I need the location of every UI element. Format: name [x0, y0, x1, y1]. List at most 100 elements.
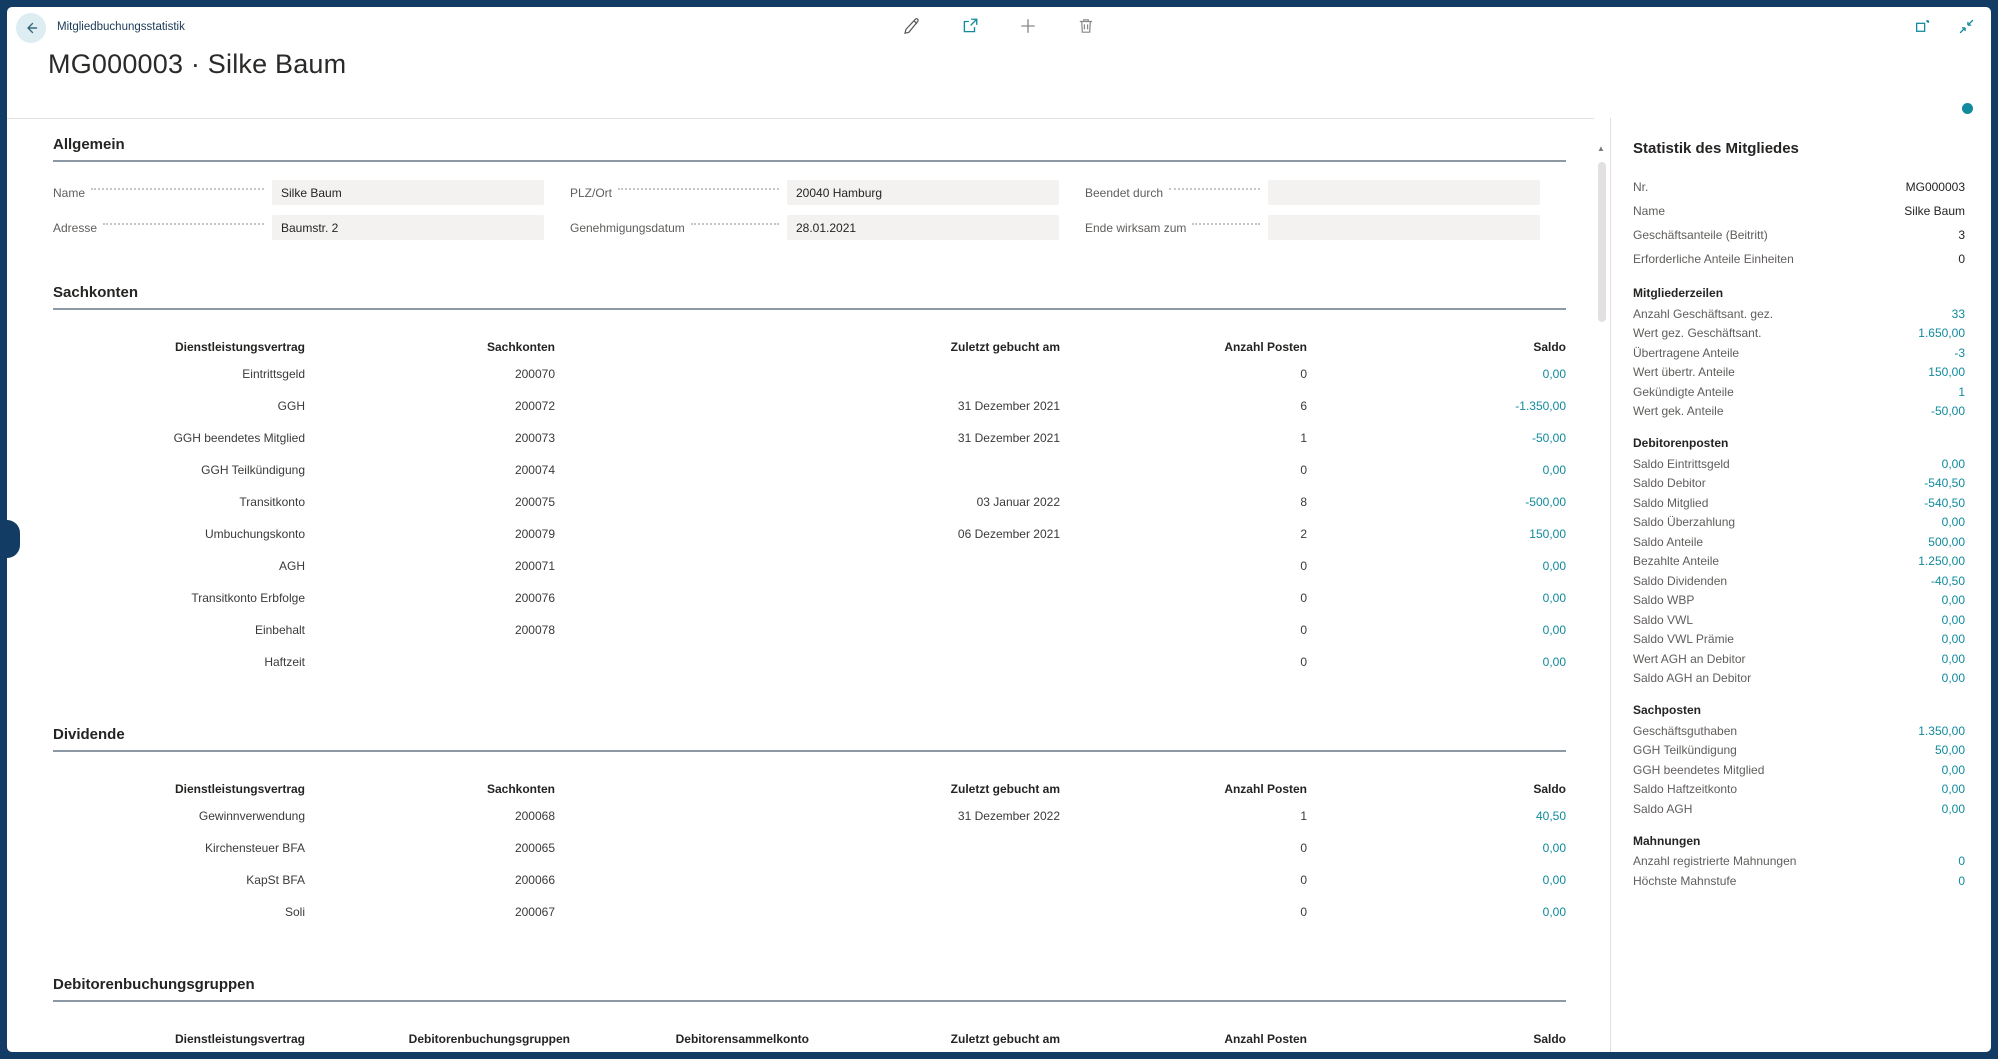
table-row: Haftzeit00,00: [53, 646, 1566, 678]
saldo-link[interactable]: 0,00: [1307, 591, 1566, 605]
factbox-value[interactable]: -50,00: [1931, 404, 1965, 418]
delete-button[interactable]: [1075, 15, 1097, 37]
saldo-link[interactable]: 0,00: [1307, 905, 1566, 919]
factbox-row: Wert gez. Geschäftsant. 1.650,00: [1633, 324, 1965, 344]
factbox-label: Geschäftsanteile (Beitritt): [1633, 228, 1768, 242]
column-header: Saldo: [1307, 1032, 1566, 1046]
factbox-value[interactable]: 50,00: [1935, 743, 1965, 757]
table-header-row: DienstleistungsvertragSachkontenZuletzt …: [53, 336, 1566, 358]
column-header: Sachkonten: [305, 782, 555, 796]
saldo-link[interactable]: 0,00: [1307, 559, 1566, 573]
factbox-value[interactable]: 0: [1958, 854, 1965, 868]
table-cell: 6: [1060, 399, 1307, 413]
factbox-value[interactable]: -3: [1954, 346, 1965, 360]
saldo-link[interactable]: 0,00: [1307, 655, 1566, 669]
factbox-value[interactable]: 0,00: [1942, 802, 1965, 816]
table-cell: 200079: [305, 527, 555, 541]
factbox-label: Saldo Dividenden: [1633, 574, 1727, 588]
saldo-link[interactable]: 0,00: [1307, 841, 1566, 855]
factbox-value[interactable]: 0: [1958, 874, 1965, 888]
table-cell: 200076: [305, 591, 555, 605]
section-allgemein: Allgemein NameSilke BaumPLZ/Ort20040 Ham…: [53, 136, 1566, 240]
factbox-row: Erforderliche Anteile Einheiten0: [1633, 247, 1965, 271]
saldo-link[interactable]: 0,00: [1307, 367, 1566, 381]
factbox-row: Wert gek. Anteile-50,00: [1633, 402, 1965, 422]
collapse-button[interactable]: [1955, 15, 1977, 37]
edit-button[interactable]: [901, 15, 923, 37]
section-dividende: Dividende DienstleistungsvertragSachkont…: [53, 726, 1566, 928]
status-indicator-dot[interactable]: [1962, 103, 1973, 114]
field-value[interactable]: [1268, 180, 1540, 205]
factbox-value[interactable]: 0,00: [1942, 763, 1965, 777]
table-row: Transitkonto Erbfolge20007600,00: [53, 582, 1566, 614]
table-cell: KapSt BFA: [53, 873, 305, 887]
form-field: Beendet durch: [1085, 180, 1566, 205]
saldo-link[interactable]: 0,00: [1307, 623, 1566, 637]
column-header: Dienstleistungsvertrag: [53, 782, 305, 796]
factbox-value[interactable]: 1: [1958, 385, 1965, 399]
factbox-label: GGH Teilkündigung: [1633, 743, 1737, 757]
saldo-link[interactable]: -50,00: [1307, 431, 1566, 445]
factbox-label: Saldo Mitglied: [1633, 496, 1708, 510]
column-header: Saldo: [1307, 782, 1566, 796]
field-value[interactable]: Silke Baum: [272, 180, 544, 205]
table-cell: 2: [1060, 527, 1307, 541]
scroll-up-icon[interactable]: ▲: [1597, 144, 1605, 153]
saldo-link[interactable]: -500,00: [1307, 495, 1566, 509]
window-controls: [1911, 15, 1977, 37]
table-cell: Haftzeit: [53, 655, 305, 669]
factbox-value[interactable]: 0,00: [1942, 613, 1965, 627]
field-value[interactable]: [1268, 215, 1540, 240]
vertical-scrollbar[interactable]: ▲: [1594, 118, 1610, 1052]
factbox-label: Wert gez. Geschäftsant.: [1633, 326, 1762, 340]
factbox-row: Wert übertr. Anteile150,00: [1633, 363, 1965, 383]
open-in-window-button[interactable]: [1911, 15, 1933, 37]
saldo-link[interactable]: 40,50: [1307, 809, 1566, 823]
table-cell: GGH beendetes Mitglied: [53, 431, 305, 445]
factbox-value[interactable]: 1.250,00: [1918, 554, 1965, 568]
scrollbar-thumb[interactable]: [1598, 162, 1606, 322]
field-value[interactable]: 20040 Hamburg: [787, 180, 1059, 205]
factbox-row: Bezahlte Anteile1.250,00: [1633, 552, 1965, 572]
table-cell: Soli: [53, 905, 305, 919]
form-field: Ende wirksam zum: [1085, 215, 1566, 240]
breadcrumb[interactable]: Mitgliedbuchungsstatistik: [57, 21, 185, 33]
factbox-value[interactable]: -40,50: [1931, 574, 1965, 588]
table-cell: GGH: [53, 399, 305, 413]
factbox-value[interactable]: 500,00: [1928, 535, 1965, 549]
factbox-value[interactable]: 0,00: [1942, 671, 1965, 685]
factbox-value[interactable]: 0,00: [1942, 515, 1965, 529]
factbox-value[interactable]: -540,50: [1924, 496, 1965, 510]
factbox-row: Wert AGH an Debitor0,00: [1633, 649, 1965, 669]
saldo-link[interactable]: -1.350,00: [1307, 399, 1566, 413]
back-button[interactable]: [16, 13, 46, 43]
factbox-value[interactable]: 150,00: [1928, 365, 1965, 379]
factbox-groups: MitgliederzeilenAnzahl Geschäftsant. gez…: [1633, 286, 1965, 891]
factbox-value[interactable]: 0,00: [1942, 782, 1965, 796]
factbox-value[interactable]: 1.350,00: [1918, 724, 1965, 738]
table-cell: 06 Dezember 2021: [555, 527, 1060, 541]
table-body: AllgemeinMITGLIEDER20006013 Januar 20221…: [53, 1050, 1566, 1052]
factbox-value[interactable]: 0,00: [1942, 457, 1965, 471]
section-title: Sachkonten: [53, 284, 1566, 301]
saldo-link[interactable]: 0,00: [1307, 873, 1566, 887]
factbox-value[interactable]: 0,00: [1942, 632, 1965, 646]
factbox-value[interactable]: 1.650,00: [1918, 326, 1965, 340]
field-value[interactable]: 28.01.2021: [787, 215, 1059, 240]
field-value[interactable]: Baumstr. 2: [272, 215, 544, 240]
factbox-row: Höchste Mahnstufe0: [1633, 871, 1965, 891]
table-row: KapSt BFA20006600,00: [53, 864, 1566, 896]
saldo-link[interactable]: 0,00: [1307, 463, 1566, 477]
factbox-label: Saldo Überzahlung: [1633, 515, 1735, 529]
factbox-label: Nr.: [1633, 180, 1648, 194]
factbox-value[interactable]: -540,50: [1924, 476, 1965, 490]
column-header: Debitorensammelkonto: [570, 1032, 809, 1046]
add-button[interactable]: [1017, 15, 1039, 37]
table-cell: 0: [1060, 841, 1307, 855]
factbox-value[interactable]: 33: [1952, 307, 1965, 321]
factbox-value[interactable]: 0,00: [1942, 652, 1965, 666]
factbox-value[interactable]: 0,00: [1942, 593, 1965, 607]
table-cell: Kirchensteuer BFA: [53, 841, 305, 855]
share-button[interactable]: [959, 15, 981, 37]
saldo-link[interactable]: 150,00: [1307, 527, 1566, 541]
